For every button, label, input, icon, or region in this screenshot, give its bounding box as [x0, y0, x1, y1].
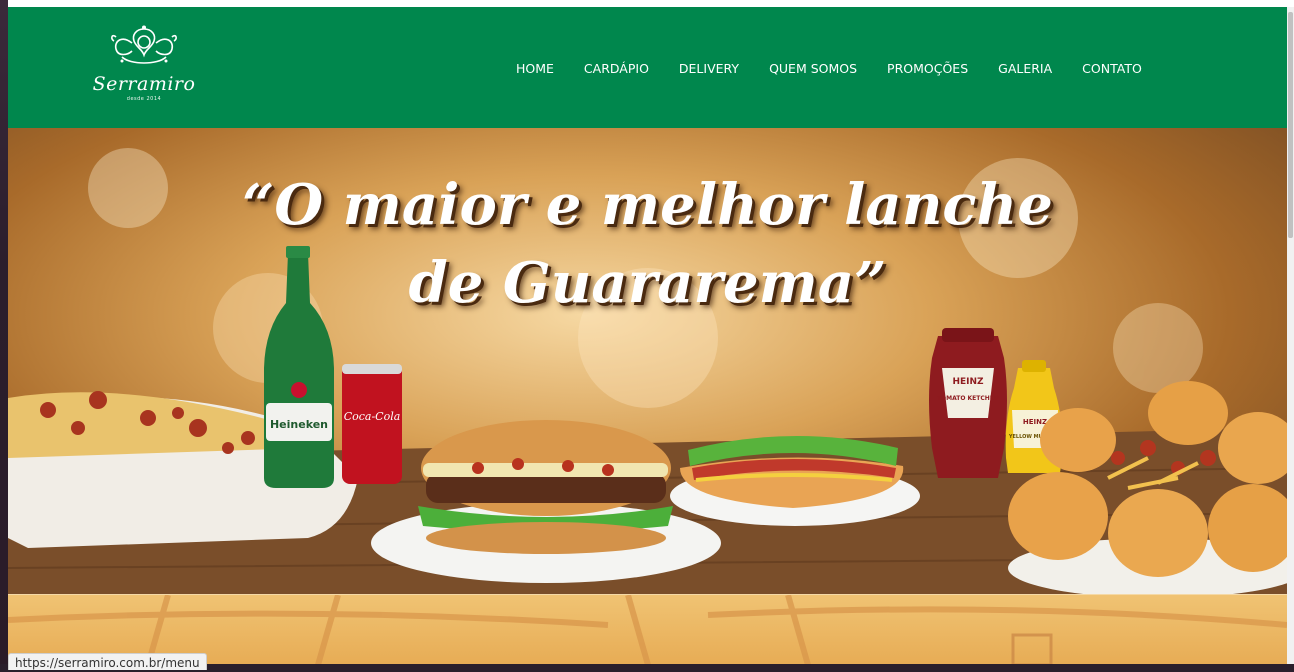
nav-galeria[interactable]: GALERIA [983, 59, 1067, 79]
ketchup-brand: HEINZ [952, 377, 984, 387]
main-nav: HOME CARDÁPIO DELIVERY QUEM SOMOS PROMOÇ… [501, 59, 1157, 79]
brand-tagline: desde 2014 [126, 96, 162, 102]
soda-label: Coca-Cola [344, 410, 401, 423]
hero-headline-line2: de Guararema” [408, 250, 887, 316]
brand-name: Serramiro [92, 73, 196, 95]
soda-can-image: Coca-Cola [342, 364, 402, 484]
ketchup-label: TOMATO KETCHUP [937, 395, 1000, 402]
nav-contato[interactable]: CONTATO [1067, 59, 1157, 79]
mustard-brand: HEINZ [1023, 418, 1047, 426]
nav-promocoes[interactable]: PROMOÇÕES [872, 59, 983, 79]
hero-banner: Heineken Coca-Cola HEINZ TOMATO KETCHUP … [8, 128, 1287, 594]
nav-cardapio[interactable]: CARDÁPIO [569, 59, 664, 79]
logo-crest-icon [111, 25, 177, 64]
beer-label: Heineken [270, 418, 328, 431]
nav-delivery[interactable]: DELIVERY [664, 59, 754, 79]
nav-home[interactable]: HOME [501, 59, 569, 79]
desktop-edge [0, 0, 8, 664]
nav-quem-somos[interactable]: QUEM SOMOS [754, 59, 872, 79]
site-header: Serramiro desde 2014 HOME CARDÁPIO DELIV… [8, 7, 1287, 128]
ketchup-bottle-image: HEINZ TOMATO KETCHUP [929, 328, 1007, 478]
hero-headline-line1: “O maior e melhor lanche [242, 172, 1053, 238]
window-top-edge [8, 0, 1294, 7]
brand-logo[interactable]: Serramiro desde 2014 [92, 25, 196, 107]
hotdog-plate-image [670, 435, 920, 526]
status-bar-url: https://serramiro.com.br/menu [8, 653, 207, 670]
hero-headline: “O maior e melhor lanche de Guararema” [8, 166, 1287, 322]
web-page: Serramiro desde 2014 HOME CARDÁPIO DELIV… [8, 7, 1287, 664]
scrollbar-thumb[interactable] [1288, 12, 1293, 238]
